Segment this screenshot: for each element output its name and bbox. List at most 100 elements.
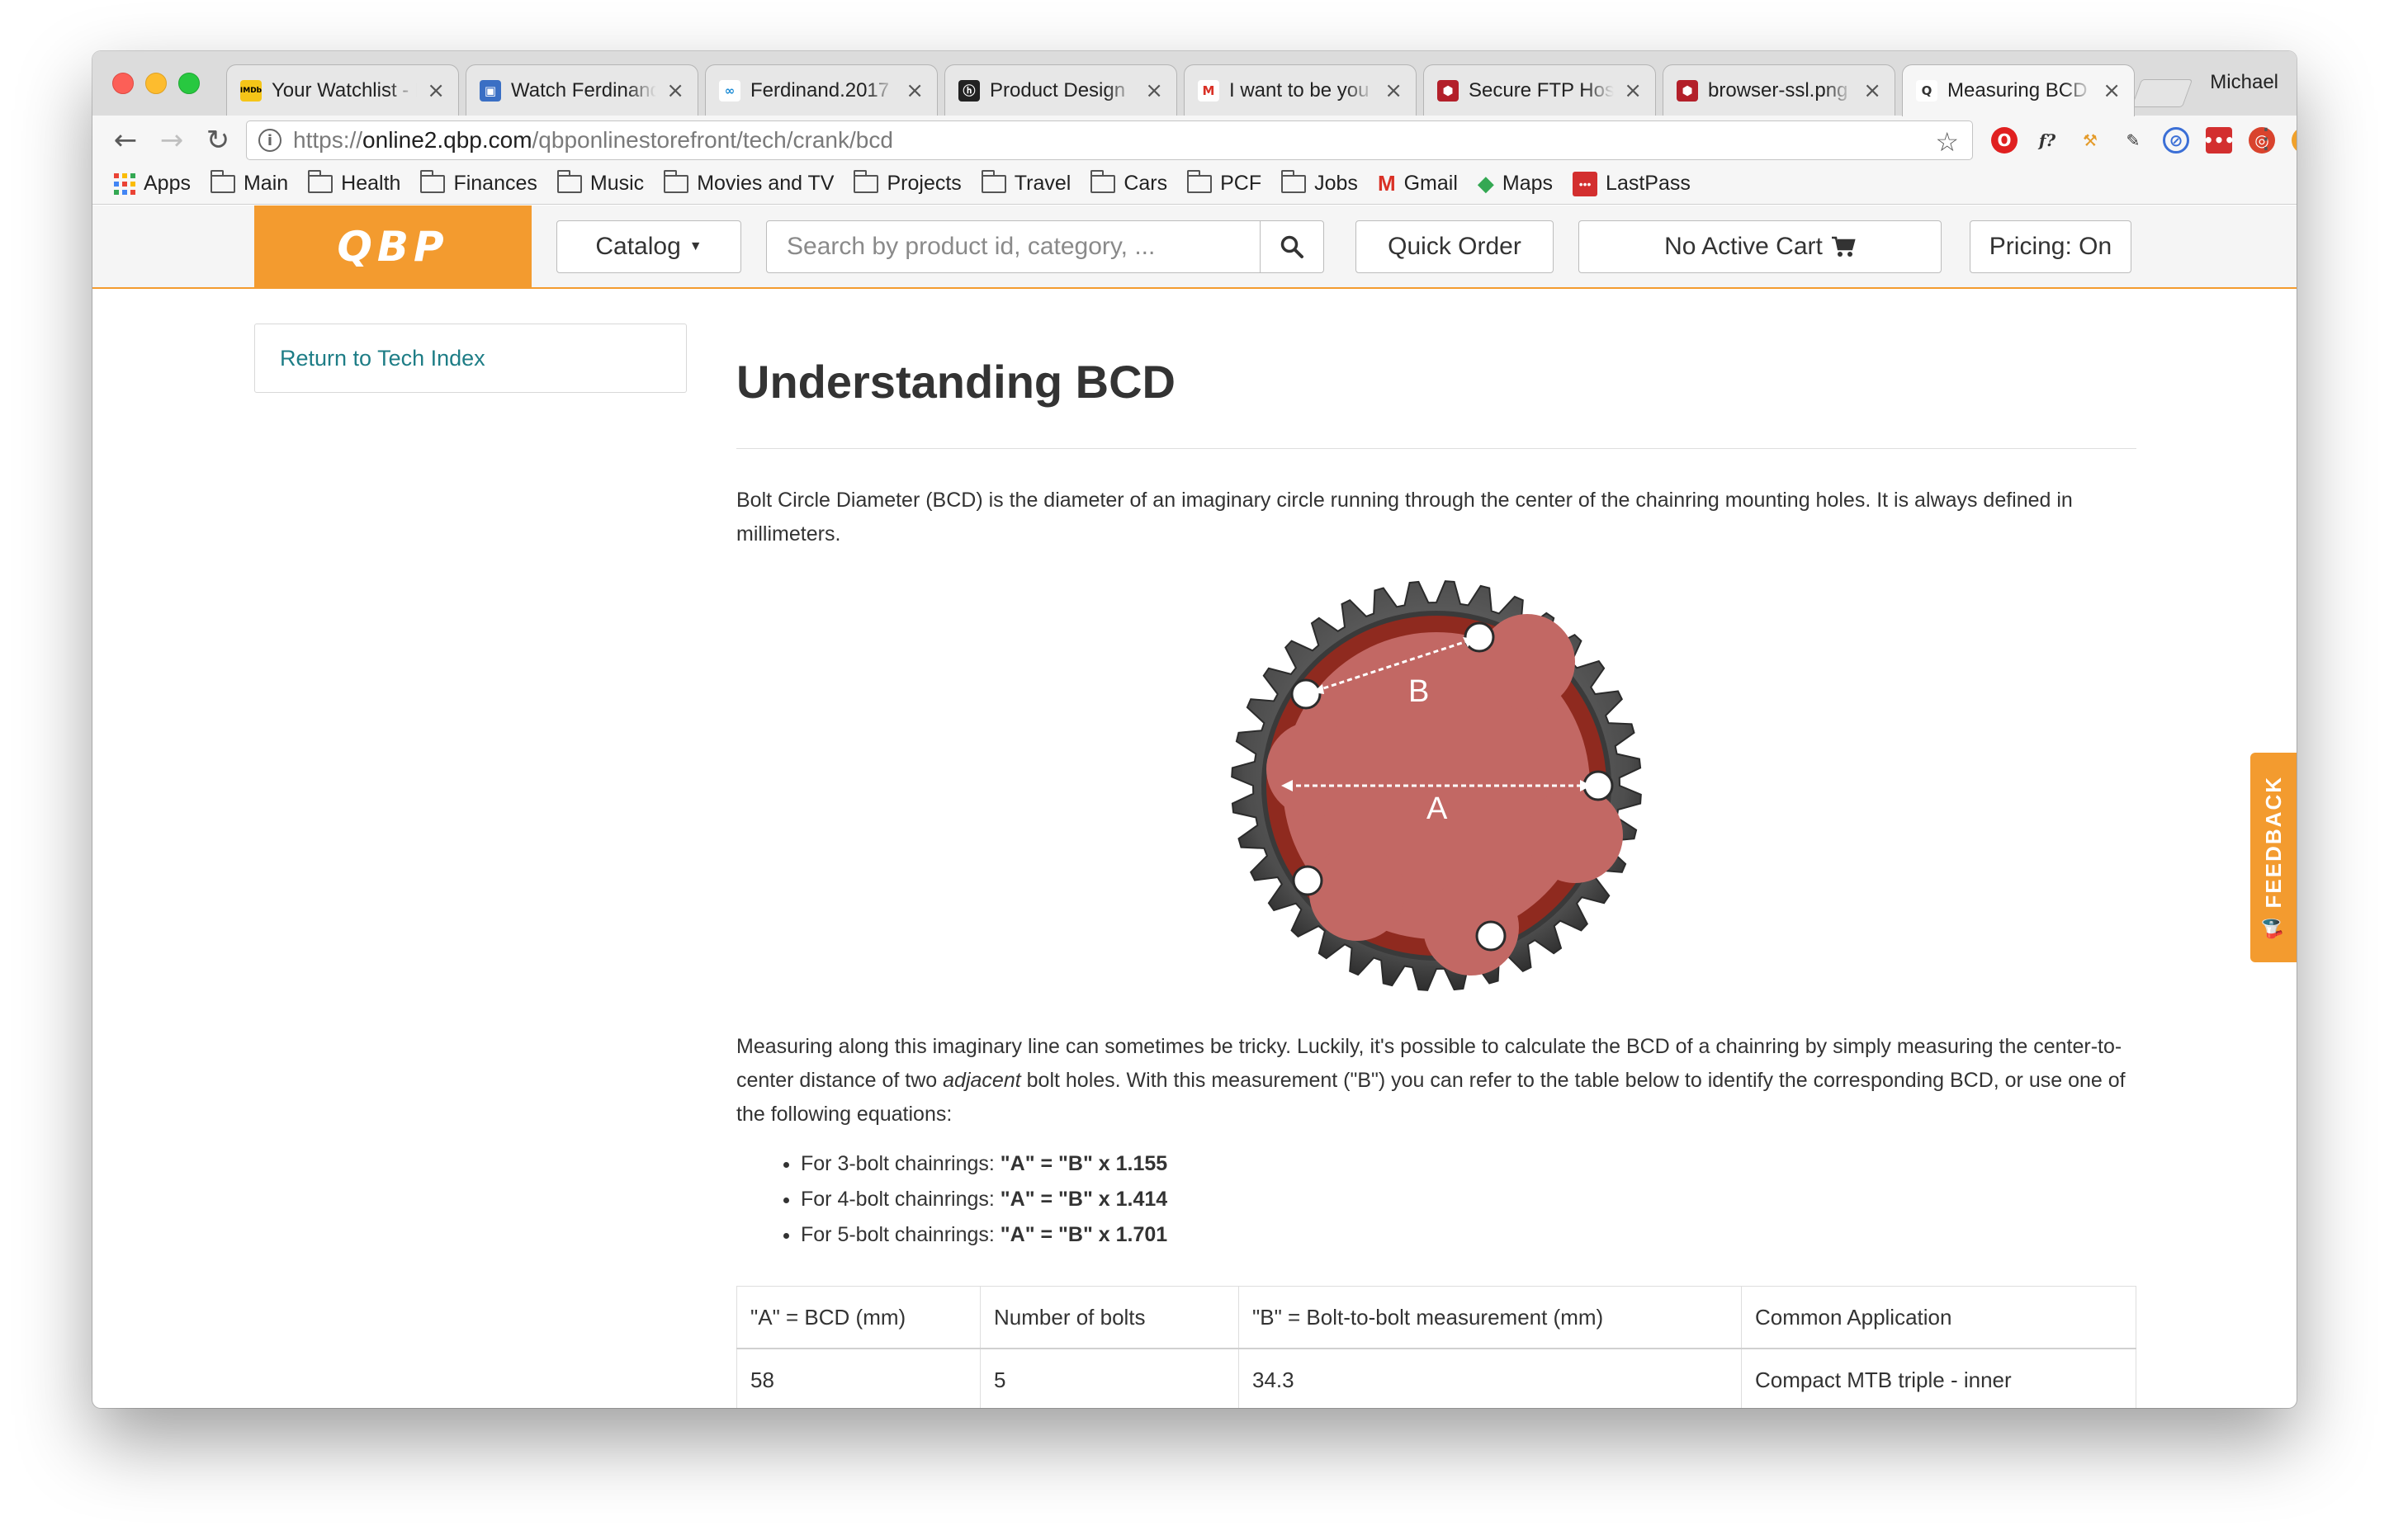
lastpass-extension-icon[interactable]: ••• [2203,127,2235,154]
equation-prefix: For 4-bolt chainrings: [801,1188,995,1211]
folder-icon [420,169,446,193]
bookmark-label: Travel [1014,172,1072,195]
table-row: 58 5 34.3 Compact MTB triple - inner [736,1348,2136,1408]
bookmark-jobs[interactable]: Jobs [1281,169,1358,196]
bookmark-travel[interactable]: Travel [981,169,1072,196]
tab-close-icon[interactable]: × [1863,78,1881,103]
browser-tab[interactable]: ⓗ Product Design × [944,64,1177,116]
bookmark-pcf[interactable]: PCF [1187,169,1261,196]
back-arrow-icon[interactable]: ← [107,122,144,158]
table-header-cell: "B" = Bolt-to-bolt measurement (mm) [1238,1286,1742,1349]
folder-icon [1187,169,1213,193]
pin-extension-icon[interactable]: ✎ [2120,127,2146,154]
opera-extension-icon[interactable]: O [1991,127,2018,154]
return-to-tech-index-link[interactable]: Return to Tech Index [254,324,687,393]
bookmark-music[interactable]: Music [556,169,644,196]
window-close-button[interactable] [112,73,134,94]
tab-close-icon[interactable]: × [1145,78,1163,103]
reload-icon[interactable]: ↻ [200,122,236,158]
bookmark-movies-and-tv[interactable]: Movies and TV [664,169,835,196]
logo-text: QBP [337,222,449,271]
bookmark-label: Gmail [1403,172,1458,195]
tab-title: Product Design [990,78,1126,102]
table-cell: 5 [980,1348,1239,1408]
bookmark-lastpass[interactable]: ••• LastPass [1573,171,1691,196]
tab-close-icon[interactable]: × [906,78,924,103]
tab-favicon-icon: ⓗ [958,79,980,102]
equation-prefix: For 3-bolt chainrings: [801,1152,995,1175]
bookmark-apps[interactable]: Apps [114,172,191,196]
tab-title: I want to be you [1229,78,1370,102]
profile-name[interactable]: Michael [2210,71,2278,94]
new-tab-button[interactable] [2131,79,2193,107]
cart-button[interactable]: No Active Cart [1578,220,1942,273]
table-cell: 58 [736,1348,981,1408]
browser-tab[interactable]: Q Measuring BCD × [1902,64,2135,116]
tab-favicon-icon: Q [1916,80,1937,102]
tab-close-icon[interactable]: × [1384,78,1403,103]
url-path: /qbponlinestorefront/tech/crank/bcd [532,127,893,153]
article: Understanding BCD Bolt Circle Diameter (… [736,324,2136,1408]
bookmark-label: Cars [1124,172,1168,195]
gmail-icon: M [1377,171,1396,196]
browser-tab[interactable]: ⬢ Secure FTP Hos × [1423,64,1656,116]
browser-tab[interactable]: M I want to be you × [1184,64,1417,116]
tab-favicon-icon: ▣ [480,79,501,102]
bookmark-star-icon[interactable]: ☆ [1935,126,1959,158]
block-extension-icon[interactable]: ⊘ [2163,127,2189,154]
browser-tab[interactable]: ∞ Ferdinand.2017 × [705,64,938,116]
folder-icon [664,169,689,193]
search-icon [1280,235,1303,258]
info-icon[interactable]: i [258,129,281,152]
label-b: B [1408,674,1429,709]
bookmark-cars[interactable]: Cars [1090,169,1168,196]
quick-order-button[interactable]: Quick Order [1355,220,1554,273]
table-header-cell: Number of bolts [980,1286,1239,1349]
folder-icon [1090,169,1116,193]
measuring-paragraph: Measuring along this imaginary line can … [736,1030,2136,1131]
bookmarks-bar: Apps Main Health Finances Music Movies and TV… [92,163,2297,205]
equation-formula: "A" = "B" x 1.414 [1000,1188,1168,1211]
equation-formula: "A" = "B" x 1.155 [1000,1152,1168,1175]
tab-favicon-icon: ⬢ [1437,79,1459,102]
equation-item: For 4-bolt chainrings: "A" = "B" x 1.414 [801,1182,2136,1217]
tab-close-icon[interactable]: × [2103,78,2121,103]
bookmark-health[interactable]: Health [308,169,400,196]
bookmark-label: Maps [1502,172,1554,195]
folder-icon [1281,169,1307,193]
hammer-extension-icon[interactable]: ⚒ [2077,127,2103,154]
font-extension-icon[interactable]: f? [2034,127,2060,154]
address-bar[interactable]: i https://online2.qbp.com/qbponlinestore… [246,120,1973,160]
qbp-logo[interactable]: QBP [254,205,532,287]
window-minimize-button[interactable] [145,73,167,94]
label-a: A [1426,791,1448,826]
browser-tab[interactable]: ⬢ browser-ssl.png × [1663,64,1895,116]
search-input[interactable] [767,221,1260,272]
window-maximize-button[interactable] [178,73,200,94]
bookmark-label: Movies and TV [697,172,835,195]
tab-close-icon[interactable]: × [427,78,445,103]
browser-tab[interactable]: ▣ Watch Ferdinand × [466,64,698,116]
forward-arrow-icon[interactable]: → [154,122,190,158]
browser-toolbar: ← → ↻ i https://online2.qbp.com/qbponlin… [92,116,2297,163]
search-button[interactable] [1260,221,1323,272]
tab-favicon-icon: ⬢ [1677,79,1698,102]
bookmark-label: Main [243,172,289,195]
bookmark-projects[interactable]: Projects [854,169,962,196]
pricing-toggle[interactable]: Pricing: On [1970,220,2131,273]
bookmark-gmail[interactable]: M Gmail [1378,171,1458,196]
bookmark-finances[interactable]: Finances [420,169,537,196]
megaphone-icon: 📢 [2263,917,2284,940]
tab-close-icon[interactable]: × [666,78,684,103]
bookmark-main[interactable]: Main [210,169,289,196]
browser-tab[interactable]: IMDb Your Watchlist - IMDb × [226,64,459,116]
browser-menu-icon[interactable]: ⋮ [2252,122,2280,155]
feedback-label: FEEDBACK [2260,776,2286,909]
catalog-dropdown[interactable]: Catalog ▼ [556,220,741,273]
bookmark-maps[interactable]: ◆ Maps [1478,171,1553,196]
tab-title: Measuring BCD [1947,79,2088,102]
tab-strip: IMDb Your Watchlist - IMDb × ▣ Watch Ferdina… [92,51,2297,116]
orange-extension-icon[interactable]: ◐ [2292,127,2297,154]
feedback-tab[interactable]: FEEDBACK 📢 [2250,753,2297,962]
tab-close-icon[interactable]: × [1624,78,1642,103]
